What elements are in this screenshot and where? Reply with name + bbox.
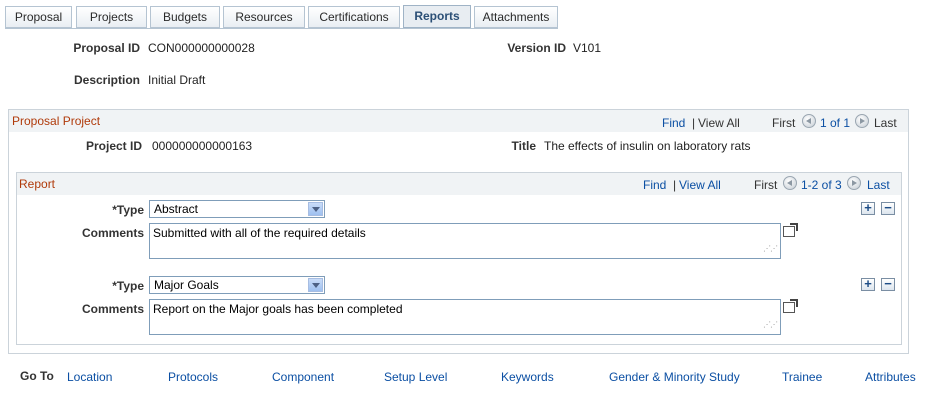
project-last-label: Last: [874, 116, 897, 130]
dropdown-arrow-icon[interactable]: [308, 202, 323, 216]
version-id-label: Version ID: [507, 41, 566, 55]
report-row-count: 1-2 of 3: [801, 178, 842, 192]
tab-proposal[interactable]: Proposal: [5, 6, 72, 28]
type-select-value: Abstract: [154, 202, 199, 216]
tab-attachments[interactable]: Attachments: [474, 6, 558, 28]
goto-label: Go To: [20, 369, 54, 383]
expand-popout-icon[interactable]: [783, 223, 798, 237]
goto-trainee-link[interactable]: Trainee: [782, 370, 822, 384]
project-id-label: Project ID: [85, 139, 142, 153]
delete-row-button[interactable]: −: [881, 201, 895, 215]
type-label: *Type: [112, 203, 144, 217]
project-row-count: 1 of 1: [820, 116, 851, 130]
report-title: Report: [19, 177, 56, 191]
comments-label: Comments: [81, 302, 144, 316]
description-value: Initial Draft: [148, 73, 206, 87]
report-header: Report Find | View All First 1-2 of 3 La…: [17, 173, 901, 195]
goto-protocols-link[interactable]: Protocols: [168, 370, 218, 384]
project-nav-separator: |: [692, 116, 696, 130]
goto-gender-minority-link[interactable]: Gender & Minority Study: [609, 370, 740, 384]
report-next-icon[interactable]: [847, 176, 861, 190]
proposal-id-value: CON000000000028: [148, 41, 255, 55]
goto-location-link[interactable]: Location: [67, 370, 112, 384]
report-box: Report Find | View All First 1-2 of 3 La…: [16, 172, 902, 345]
report-nav-separator: |: [673, 178, 677, 192]
resize-grip-icon[interactable]: ⋰⋰: [763, 241, 778, 256]
tab-underline: [5, 28, 558, 29]
delete-row-button[interactable]: −: [881, 277, 895, 291]
title-value: The effects of insulin on laboratory rat…: [544, 139, 751, 153]
proposal-project-header: Proposal Project Find | View All First 1…: [9, 110, 908, 132]
proposal-id-label: Proposal ID: [73, 41, 140, 55]
goto-component-link[interactable]: Component: [272, 370, 334, 384]
report-last-link[interactable]: Last: [867, 178, 890, 192]
project-next-icon[interactable]: [855, 114, 869, 128]
goto-setup-level-link[interactable]: Setup Level: [384, 370, 447, 384]
report-find-link[interactable]: Find: [643, 178, 666, 192]
project-first-label: First: [772, 116, 796, 130]
report-view-all-link[interactable]: View All: [679, 178, 721, 192]
type-select[interactable]: Abstract: [149, 200, 325, 218]
project-prev-icon[interactable]: [802, 114, 816, 128]
tab-resources[interactable]: Resources: [223, 6, 305, 28]
type-select-value: Major Goals: [154, 278, 219, 292]
proposal-project-title: Proposal Project: [12, 114, 101, 128]
tab-projects[interactable]: Projects: [76, 6, 147, 28]
report-prev-icon[interactable]: [783, 176, 797, 190]
version-id-value: V101: [573, 41, 602, 55]
resize-grip-icon[interactable]: ⋰⋰: [763, 317, 778, 332]
project-find-link[interactable]: Find: [662, 116, 685, 130]
expand-popout-icon[interactable]: [783, 299, 798, 313]
type-label: *Type: [112, 279, 144, 293]
add-row-button[interactable]: +: [861, 277, 875, 291]
goto-keywords-link[interactable]: Keywords: [501, 370, 554, 384]
add-row-button[interactable]: +: [861, 201, 875, 215]
comments-text: Report on the Major goals has been compl…: [153, 302, 403, 316]
tab-certifications[interactable]: Certifications: [308, 6, 400, 28]
comments-textarea[interactable]: Report on the Major goals has been compl…: [149, 299, 781, 335]
comments-text: Submitted with all of the required detai…: [153, 226, 366, 240]
tab-reports[interactable]: Reports: [403, 5, 471, 28]
comments-textarea[interactable]: Submitted with all of the required detai…: [149, 223, 781, 259]
title-label: Title: [511, 139, 536, 153]
description-label: Description: [73, 73, 140, 87]
proposal-project-box: Proposal Project Find | View All First 1…: [8, 109, 909, 354]
type-select[interactable]: Major Goals: [149, 276, 325, 294]
dropdown-arrow-icon[interactable]: [308, 278, 323, 292]
project-id-value: 000000000000163: [152, 139, 253, 153]
report-first-label: First: [754, 178, 778, 192]
project-view-all[interactable]: View All: [698, 116, 740, 130]
tab-budgets[interactable]: Budgets: [150, 6, 220, 28]
goto-attributes-link[interactable]: Attributes: [865, 370, 916, 384]
comments-label: Comments: [81, 226, 144, 240]
